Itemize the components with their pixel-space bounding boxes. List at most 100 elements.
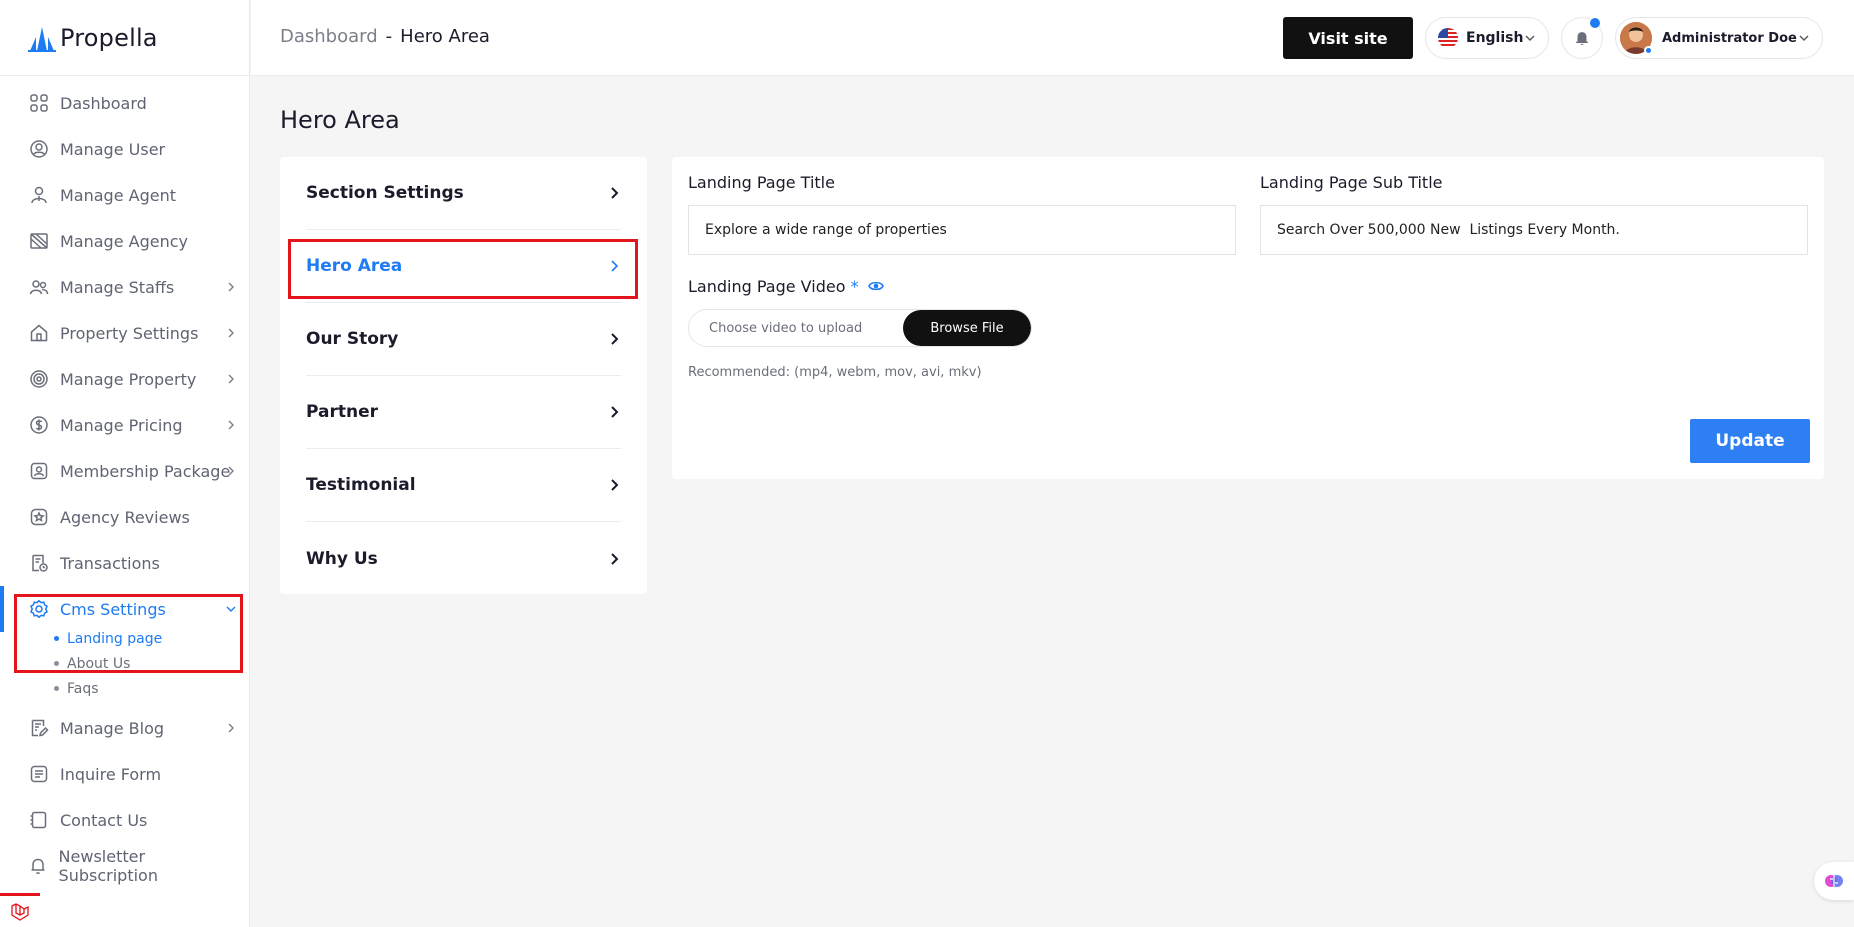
landing-title-input[interactable]	[688, 205, 1236, 255]
chevron-right-icon	[228, 420, 234, 430]
chevron-right-icon	[611, 333, 619, 345]
sidebar-item-label: Manage User	[60, 139, 166, 159]
update-button[interactable]: Update	[1690, 419, 1810, 463]
avatar	[1620, 22, 1653, 55]
sidebar-item-label: Agency Reviews	[60, 507, 190, 527]
sidebar-item-label: Manage Agency	[60, 231, 188, 251]
chevron-right-icon	[228, 374, 234, 384]
notifications-button[interactable]	[1561, 17, 1603, 59]
sidebar: Propella Dashboard Manage User Manage Ag…	[0, 0, 250, 927]
breadcrumb-separator: -	[385, 26, 393, 47]
hero-form: Landing Page Title Landing Page Sub Titl…	[672, 157, 1824, 479]
language-selector[interactable]: English	[1425, 17, 1549, 59]
sidebar-item-manage-property[interactable]: Manage Property	[0, 356, 249, 402]
sidebar-item-newsletter-subscription[interactable]: Newsletter Subscription	[0, 843, 249, 889]
menu-item-partner[interactable]: Partner	[306, 376, 621, 449]
bell-icon	[28, 855, 49, 877]
browse-file-button[interactable]: Browse File	[903, 310, 1031, 346]
chevron-down-icon	[1799, 35, 1809, 41]
chevron-right-icon	[611, 406, 619, 418]
sidebar-item-agency-reviews[interactable]: Agency Reviews	[0, 494, 249, 540]
sidebar-item-inquire-form[interactable]: Inquire Form	[0, 751, 249, 797]
sidebar-item-label: Property Settings	[60, 323, 199, 343]
eye-icon[interactable]	[867, 278, 884, 294]
gear-icon	[28, 598, 50, 620]
chevron-right-icon	[611, 187, 619, 199]
section-menu: Section Settings Hero Area Our Story Par…	[280, 157, 647, 594]
receipt-icon	[28, 552, 50, 574]
contact-icon	[28, 809, 50, 831]
sidebar-item-manage-blog[interactable]: Manage Blog	[0, 705, 249, 751]
chevron-right-icon	[228, 723, 234, 733]
sidebar-item-label: Inquire Form	[60, 764, 162, 784]
sidebar-item-label: Manage Blog	[60, 718, 165, 738]
user-menu[interactable]: Administrator Doe	[1615, 17, 1823, 59]
menu-item-testimonial[interactable]: Testimonial	[306, 449, 621, 522]
chevron-right-icon	[228, 328, 234, 338]
online-status-dot	[1644, 46, 1653, 55]
submenu-item-label: Faqs	[67, 680, 99, 697]
video-upload-placeholder[interactable]: Choose video to upload	[689, 310, 903, 346]
bullet	[54, 636, 59, 641]
menu-item-label: Hero Area	[306, 256, 403, 276]
sidebar-item-label: Contact Us	[60, 810, 148, 830]
breadcrumb-current: Hero Area	[400, 26, 490, 47]
grid-icon	[28, 92, 50, 114]
chevron-right-icon	[611, 260, 619, 272]
submenu-item-label: Landing page	[67, 630, 163, 647]
cms-submenu: Landing page About Us Faqs	[0, 626, 249, 701]
us-flag-icon	[1438, 28, 1458, 48]
sidebar-item-manage-staffs[interactable]: Manage Staffs	[0, 264, 249, 310]
sidebar-item-label: Manage Agent	[60, 185, 176, 205]
submenu-item-about-us[interactable]: About Us	[54, 651, 249, 676]
settings-ring-icon	[28, 368, 50, 390]
sidebar-item-manage-user[interactable]: Manage User	[0, 126, 249, 172]
chevron-right-icon	[228, 466, 234, 476]
sidebar-item-membership-package[interactable]: Membership Package	[0, 448, 249, 494]
sidebar-nav: Dashboard Manage User Manage Agent Manag…	[0, 76, 249, 889]
sidebar-item-label: Manage Staffs	[60, 277, 175, 297]
user-name: Administrator Doe	[1662, 30, 1797, 46]
menu-item-label: Testimonial	[306, 475, 416, 495]
menu-item-hero-area[interactable]: Hero Area	[306, 230, 621, 303]
form-icon	[28, 763, 50, 785]
submenu-item-label: About Us	[67, 655, 131, 672]
sidebar-item-transactions[interactable]: Transactions	[0, 540, 249, 586]
sidebar-item-cms-settings[interactable]: Cms Settings	[0, 586, 249, 632]
sidebar-item-manage-agency[interactable]: Manage Agency	[0, 218, 249, 264]
sidebar-item-label: Manage Property	[60, 369, 197, 389]
sidebar-item-manage-pricing[interactable]: Manage Pricing	[0, 402, 249, 448]
sidebar-item-property-settings[interactable]: Property Settings	[0, 310, 249, 356]
landing-subtitle-input[interactable]	[1260, 205, 1808, 255]
video-upload-field[interactable]: Choose video to upload Browse File	[688, 309, 1032, 347]
menu-item-our-story[interactable]: Our Story	[306, 303, 621, 376]
sidebar-item-dashboard[interactable]: Dashboard	[0, 80, 249, 126]
visit-site-button[interactable]: Visit site	[1283, 17, 1413, 59]
language-label: English	[1466, 30, 1524, 46]
breadcrumb-dashboard[interactable]: Dashboard	[280, 26, 378, 47]
submenu-item-faqs[interactable]: Faqs	[54, 676, 249, 701]
brand[interactable]: Propella	[0, 0, 249, 76]
menu-item-why-us[interactable]: Why Us	[306, 522, 621, 595]
assistant-widget-icon[interactable]	[1814, 862, 1854, 900]
landing-subtitle-label: Landing Page Sub Title	[1260, 173, 1443, 192]
sidebar-item-contact-us[interactable]: Contact Us	[0, 797, 249, 843]
menu-item-label: Our Story	[306, 329, 399, 349]
bullet	[54, 661, 59, 666]
menu-item-label: Section Settings	[306, 183, 464, 203]
brand-logo-icon	[28, 26, 56, 52]
video-format-hint: Recommended: (mp4, webm, mov, avi, mkv)	[688, 365, 982, 380]
menu-item-section-settings[interactable]: Section Settings	[306, 157, 621, 230]
laravel-debug-icon[interactable]	[0, 893, 40, 927]
sidebar-item-label: Manage Pricing	[60, 415, 183, 435]
bell-icon	[1576, 32, 1588, 45]
sidebar-item-label: Membership Package	[60, 461, 231, 481]
chevron-right-icon	[228, 282, 234, 292]
staff-icon	[28, 276, 50, 298]
agency-icon	[28, 230, 50, 252]
star-icon	[28, 506, 50, 528]
user-circle-icon	[28, 138, 50, 160]
sidebar-item-manage-agent[interactable]: Manage Agent	[0, 172, 249, 218]
breadcrumb: Dashboard - Hero Area	[280, 26, 490, 47]
notification-dot	[1590, 18, 1600, 28]
